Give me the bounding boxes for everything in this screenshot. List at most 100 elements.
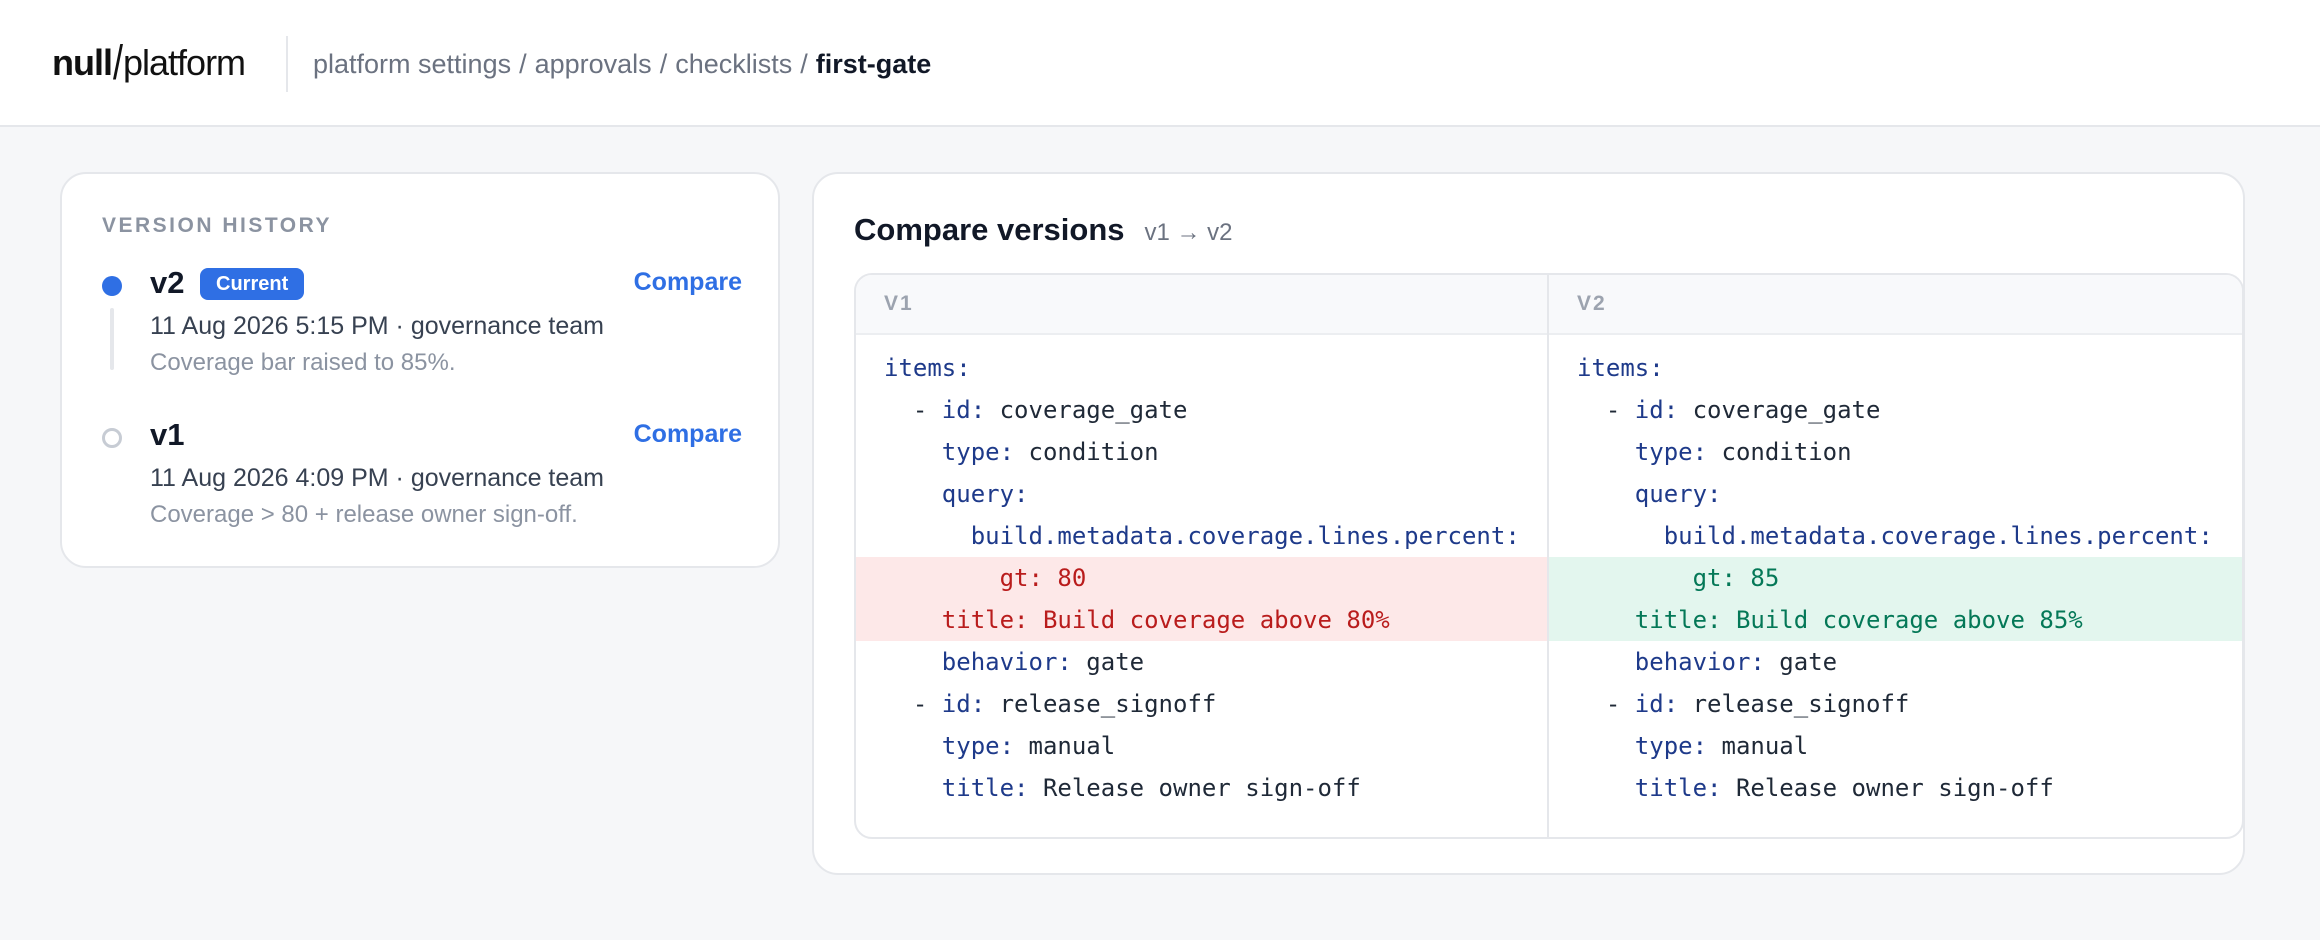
yaml-value: manual	[1014, 732, 1116, 760]
diff-column-header: V2	[1549, 275, 2242, 335]
version-name: v1	[150, 417, 185, 452]
diff-line-added: gt: 85	[1549, 557, 2242, 599]
diff-line: title: Release owner sign-off	[1549, 767, 2242, 809]
diff-column-v1: V1 items: - id: coverage_gate type: cond…	[856, 275, 1549, 837]
compare-v1-button[interactable]: Compare	[634, 420, 742, 449]
version-history-title: VERSION HISTORY	[102, 214, 333, 237]
yaml-key: title:	[1634, 606, 1722, 634]
compare-v2-button[interactable]: Compare	[634, 268, 742, 297]
version-item-v1: v1 Compare 11 Aug 2026 4:09 PM · governa…	[102, 417, 742, 530]
nullplatform-logo[interactable]: null / platform	[52, 35, 246, 90]
line-indent: -	[1577, 690, 1635, 718]
yaml-key: items:	[884, 354, 971, 382]
yaml-key: gt:	[999, 564, 1043, 592]
yaml-key: id:	[941, 396, 986, 424]
version-history-card: VERSION HISTORY v2 Current Compare 11 Au…	[60, 172, 780, 568]
yaml-key: build.metadata.coverage.lines.percent:	[1663, 522, 2213, 550]
diff-line: query:	[1549, 473, 2242, 515]
breadcrumb-platform-settings[interactable]: platform settings	[313, 49, 511, 80]
diff-line: - id: release_signoff	[1549, 683, 2242, 725]
diff-line: behavior: gate	[1549, 641, 2242, 683]
diff-line: - id: release_signoff	[856, 683, 1547, 725]
diff-line: title: Release owner sign-off	[856, 767, 1547, 809]
logo-word-bold: null	[52, 42, 113, 83]
diff-line: items:	[1549, 347, 2242, 389]
breadcrumb-separator: /	[800, 48, 808, 79]
yaml-value: coverage_gate	[1678, 396, 1881, 424]
compare-subtitle: v1 → v2	[1144, 219, 1233, 246]
yaml-key: type:	[941, 732, 1015, 760]
header-divider	[286, 36, 288, 92]
yaml-value: manual	[1707, 732, 1809, 760]
yaml-key: query:	[941, 480, 1029, 508]
diff-line: - id: coverage_gate	[1549, 389, 2242, 431]
version-item-v2: v2 Current Compare 11 Aug 2026 5:15 PM ·…	[102, 265, 742, 378]
yaml-key: query:	[1634, 480, 1722, 508]
yaml-value: gate	[1071, 648, 1145, 676]
line-indent: -	[884, 396, 942, 424]
breadcrumb-checklists[interactable]: checklists	[675, 49, 792, 80]
yaml-key: title:	[1634, 774, 1722, 802]
yaml-key: id:	[1634, 690, 1679, 718]
code-block-v2: items: - id: coverage_gate type: conditi…	[1549, 335, 2242, 809]
yaml-key: id:	[1634, 396, 1679, 424]
yaml-key: behavior:	[941, 648, 1072, 676]
diff-line: items:	[856, 347, 1547, 389]
compare-versions-card: Compare versions v1 → v2 V1 items: - id:…	[812, 172, 2245, 875]
yaml-key: title:	[941, 774, 1029, 802]
yaml-key: type:	[941, 438, 1015, 466]
diff-column-v2: V2 items: - id: coverage_gate type: cond…	[1549, 275, 2242, 837]
breadcrumb-separator: /	[659, 48, 668, 79]
breadcrumb-approvals[interactable]: approvals	[535, 49, 652, 80]
diff-line: type: condition	[1549, 431, 2242, 473]
version-name: v2	[150, 265, 185, 300]
top-bar: null / platform platform settings / approv…	[0, 0, 2320, 127]
diff-line-removed: gt: 80	[856, 557, 1547, 599]
diff-column-header: V1	[856, 275, 1547, 335]
diff-line: query:	[856, 473, 1547, 515]
yaml-value: gate	[1764, 648, 1838, 676]
breadcrumb: platform settings / approvals / checklis…	[313, 44, 931, 84]
line-indent: -	[1577, 396, 1635, 424]
diff-line-added: title: Build coverage above 85%	[1549, 599, 2242, 641]
yaml-value: coverage_gate	[985, 396, 1188, 424]
version-dot-icon	[102, 428, 122, 448]
yaml-value: Build coverage above 85%	[1721, 606, 2083, 634]
current-version-dot-icon	[102, 276, 122, 296]
timeline-rail	[110, 308, 114, 370]
yaml-key: behavior:	[1634, 648, 1765, 676]
current-badge: Current	[200, 268, 305, 300]
diff-line: behavior: gate	[856, 641, 1547, 683]
yaml-value: release_signoff	[985, 690, 1217, 718]
diff-line: - id: coverage_gate	[856, 389, 1547, 431]
version-meta: 11 Aug 2026 4:09 PM · governance team	[150, 464, 605, 492]
yaml-value: 85	[1735, 564, 1780, 592]
yaml-value: Build coverage above 80%	[1028, 606, 1390, 634]
version-note: Coverage bar raised to 85%.	[150, 349, 456, 376]
diff-line: type: manual	[856, 725, 1547, 767]
yaml-value: Release owner sign-off	[1028, 774, 1361, 802]
logo-slash-icon: /	[112, 34, 123, 90]
breadcrumb-separator: /	[519, 48, 527, 79]
diff-view: V1 items: - id: coverage_gate type: cond…	[854, 273, 2244, 839]
diff-line-removed: title: Build coverage above 80%	[856, 599, 1547, 641]
yaml-value: Release owner sign-off	[1721, 774, 2054, 802]
compare-header: Compare versions v1 → v2	[854, 212, 1233, 248]
version-meta: 11 Aug 2026 5:15 PM · governance team	[150, 312, 605, 340]
